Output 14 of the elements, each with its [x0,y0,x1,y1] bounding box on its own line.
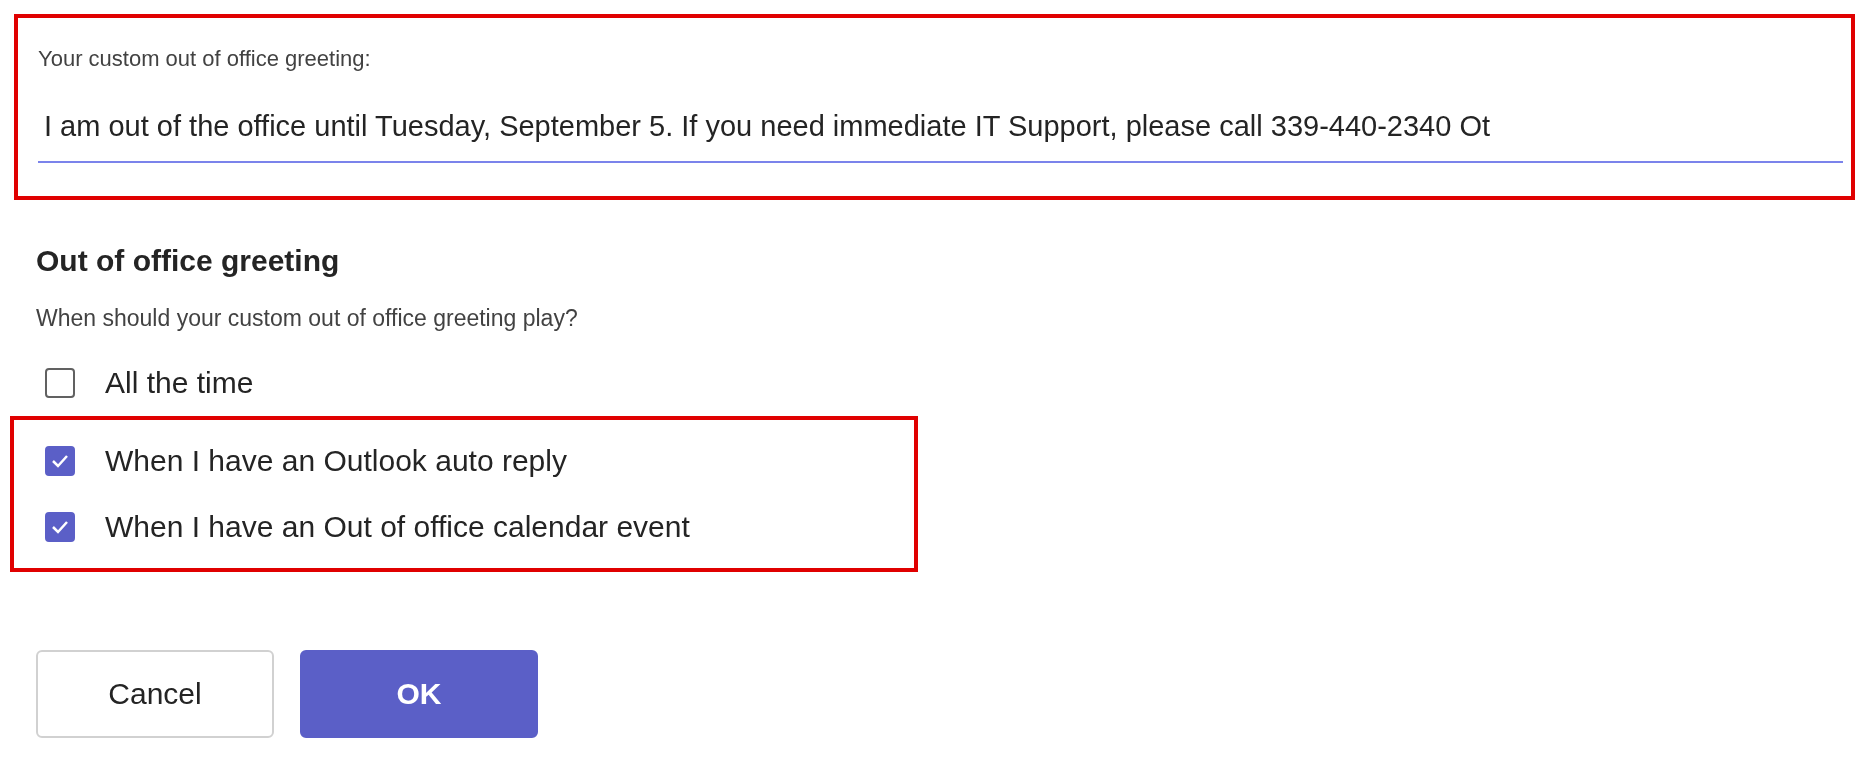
section-title: Out of office greeting [36,243,341,279]
checkbox[interactable] [45,511,75,542]
checkmark-icon [51,519,69,534]
field-label: Your custom out of office greeting: [38,45,372,73]
section-subtitle: When should your custom out of office greeting play? [36,304,579,333]
checkbox[interactable] [45,445,75,476]
checkbox[interactable] [45,367,75,398]
option-label: All the time [105,365,254,401]
checkmark-icon [51,453,69,468]
greeting-field[interactable]: I am out of the office until Tuesday, September 5. If you need immediate IT Support, please call 339-440-2340 Ot [38,105,1843,163]
ok-button[interactable]: OK [300,649,538,738]
cancel-button[interactable]: Cancel [36,649,274,738]
option-label: When I have an Outlook auto reply [105,443,567,479]
option-label: When I have an Out of office calendar event [105,509,690,545]
